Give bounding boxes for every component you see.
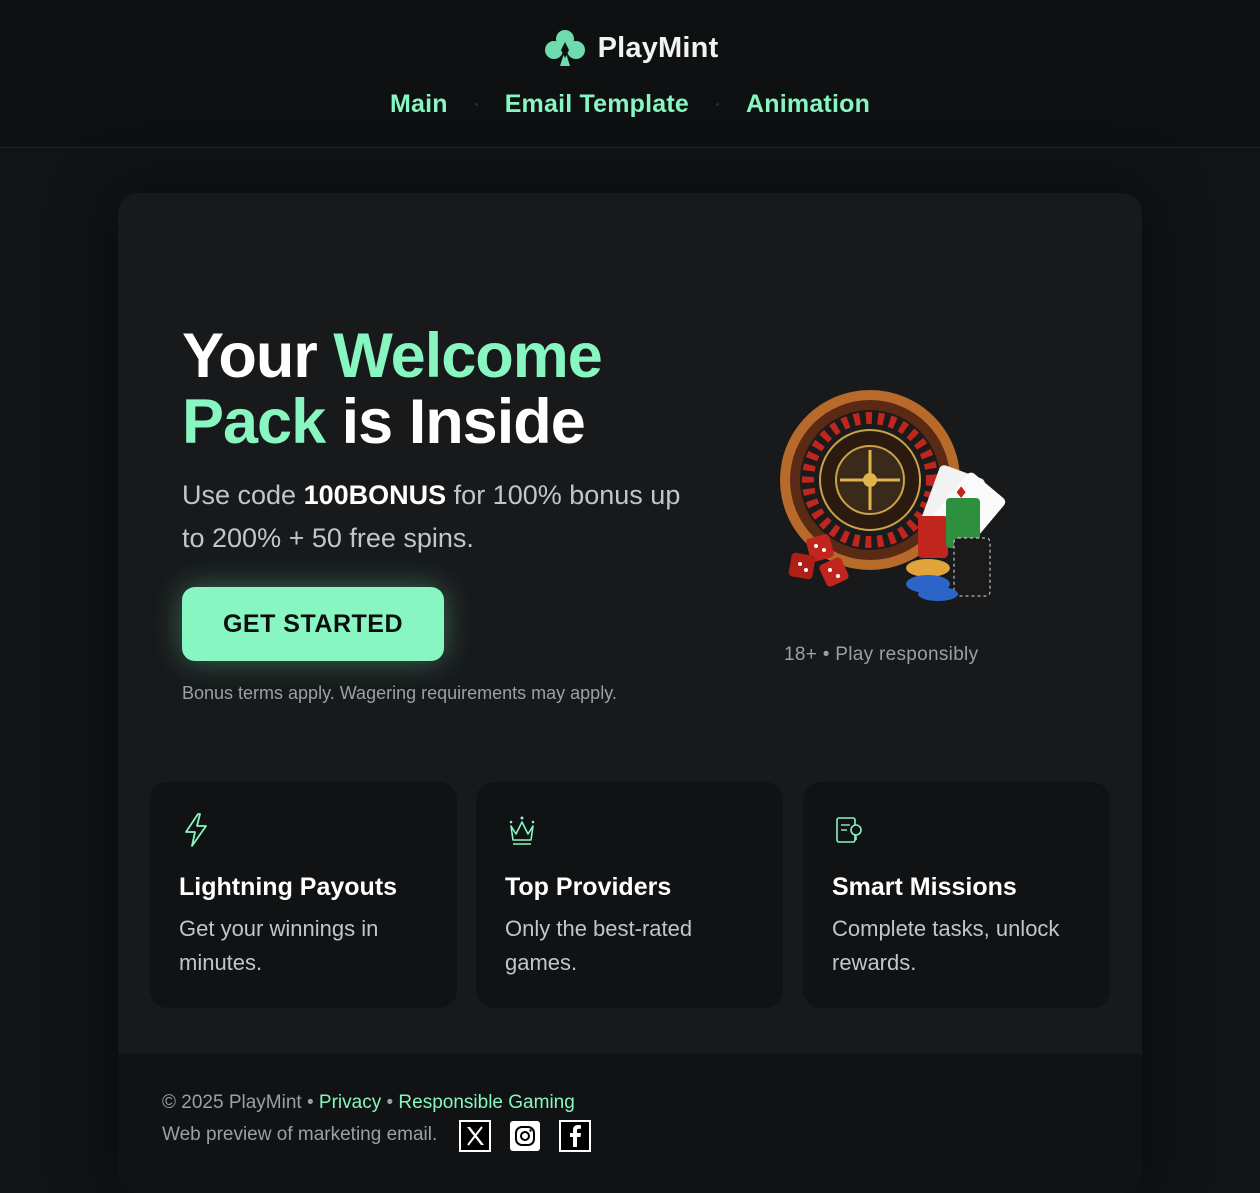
top-bar: PlayMint Main Email Template Animation — [0, 0, 1260, 148]
brand[interactable]: PlayMint — [0, 28, 1260, 68]
instagram-icon[interactable] — [509, 1120, 541, 1152]
nav-animation[interactable]: Animation — [746, 90, 870, 119]
privacy-link[interactable]: Privacy — [319, 1092, 381, 1113]
nav-main[interactable]: Main — [390, 90, 448, 119]
hero-title-highlight: Welcome — [333, 321, 602, 391]
nav-separator — [474, 103, 478, 106]
feature-text: Only the best-rated games. — [505, 916, 693, 975]
feature-text: Get your winnings in minutes. — [179, 916, 379, 975]
responsible-gaming-link[interactable]: Responsible Gaming — [398, 1092, 574, 1113]
feature-title: Top Providers — [505, 873, 672, 901]
footer-separator: • — [306, 1092, 314, 1113]
x-twitter-icon[interactable] — [459, 1120, 491, 1152]
preview-note: Web preview of marketing email. — [162, 1124, 438, 1145]
bonus-terms: Bonus terms apply. Wagering requirements… — [182, 683, 617, 703]
feature-card-payouts: Lightning Payouts Get your winnings in m… — [150, 782, 457, 1008]
clover-logo-icon — [544, 30, 585, 66]
hero-title-part: is Inside — [341, 387, 586, 457]
brand-name: PlayMint — [597, 31, 719, 64]
feature-title: Lightning Payouts — [179, 873, 398, 901]
facebook-icon[interactable] — [559, 1120, 591, 1152]
play-responsibly-note: 18+ • Play responsibly — [784, 644, 979, 665]
lightning-icon — [185, 813, 207, 847]
casino-roulette-illustration: ♦ — [780, 390, 1006, 601]
get-started-button[interactable]: GET STARTED — [182, 587, 444, 661]
footer: © 2025 PlayMint • Privacy • Responsible … — [118, 1054, 1142, 1193]
crown-icon — [509, 816, 535, 845]
missions-icon — [836, 817, 862, 843]
hero-title-part: Your — [182, 321, 318, 391]
hero-title: Your Welcome Pack is Inside — [182, 321, 603, 457]
hero-subtitle: Use code 100BONUS for 100% bonus up to 2… — [182, 474, 702, 560]
feature-card-missions: Smart Missions Complete tasks, unlock re… — [803, 782, 1110, 1008]
feature-text: Complete tasks, unlock rewards. — [832, 916, 1060, 975]
footer-links: © 2025 PlayMint • Privacy • Responsible … — [162, 1092, 575, 1114]
feature-title: Smart Missions — [832, 873, 1017, 901]
promo-code: 100BONUS — [303, 480, 447, 510]
footer-separator: • — [386, 1092, 394, 1113]
feature-card-providers: Top Providers Only the best-rated games. — [476, 782, 783, 1008]
email-card: Your Welcome Pack is Inside Use code 100… — [118, 193, 1142, 1193]
nav-email-template[interactable]: Email Template — [505, 90, 689, 119]
main-nav: Main Email Template Animation — [0, 90, 1260, 119]
copyright: © 2025 PlayMint — [162, 1092, 302, 1113]
nav-separator — [716, 103, 720, 106]
hero-title-highlight: Pack — [182, 387, 326, 457]
hero-sub-text: Use code — [182, 480, 297, 510]
